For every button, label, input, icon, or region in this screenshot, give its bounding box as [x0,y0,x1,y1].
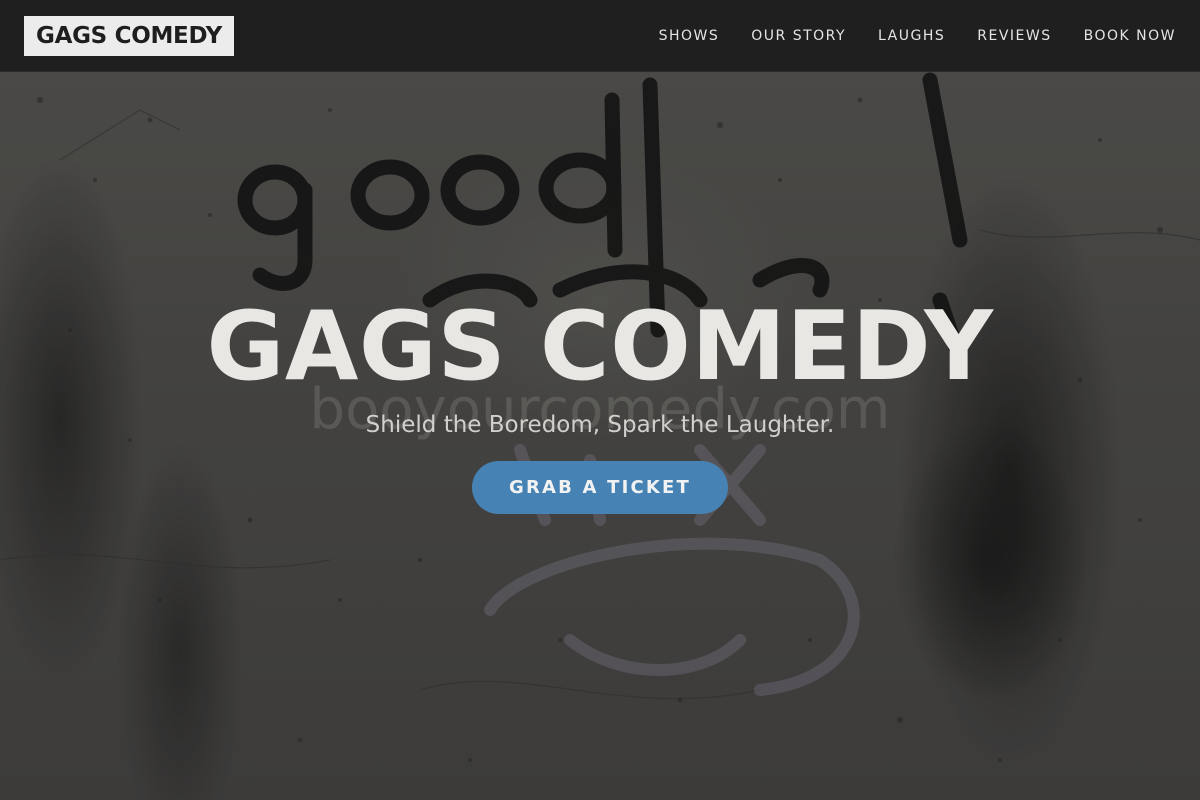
brand-logo[interactable]: GAGS COMEDY [24,16,234,56]
top-navbar: GAGS COMEDY SHOWS OUR STORY LAUGHS REVIE… [0,0,1200,72]
nav-links: SHOWS OUR STORY LAUGHS REVIEWS BOOK NOW [627,0,1176,72]
nav-link-book-now[interactable]: BOOK NOW [1084,28,1176,44]
nav-link-shows[interactable]: SHOWS [659,28,720,44]
hero-section: GAGS COMEDY Shield the Boredom, Spark th… [0,0,1200,800]
nav-link-reviews[interactable]: REVIEWS [977,28,1051,44]
page: GAGS COMEDY SHOWS OUR STORY LAUGHS REVIE… [0,0,1200,800]
nav-link-laughs[interactable]: LAUGHS [878,28,945,44]
grab-ticket-button[interactable]: GRAB A TICKET [472,461,728,514]
hero-title: GAGS COMEDY [206,292,994,402]
nav-link-our-story[interactable]: OUR STORY [751,28,846,44]
hero-subtitle: Shield the Boredom, Spark the Laughter. [365,412,835,438]
